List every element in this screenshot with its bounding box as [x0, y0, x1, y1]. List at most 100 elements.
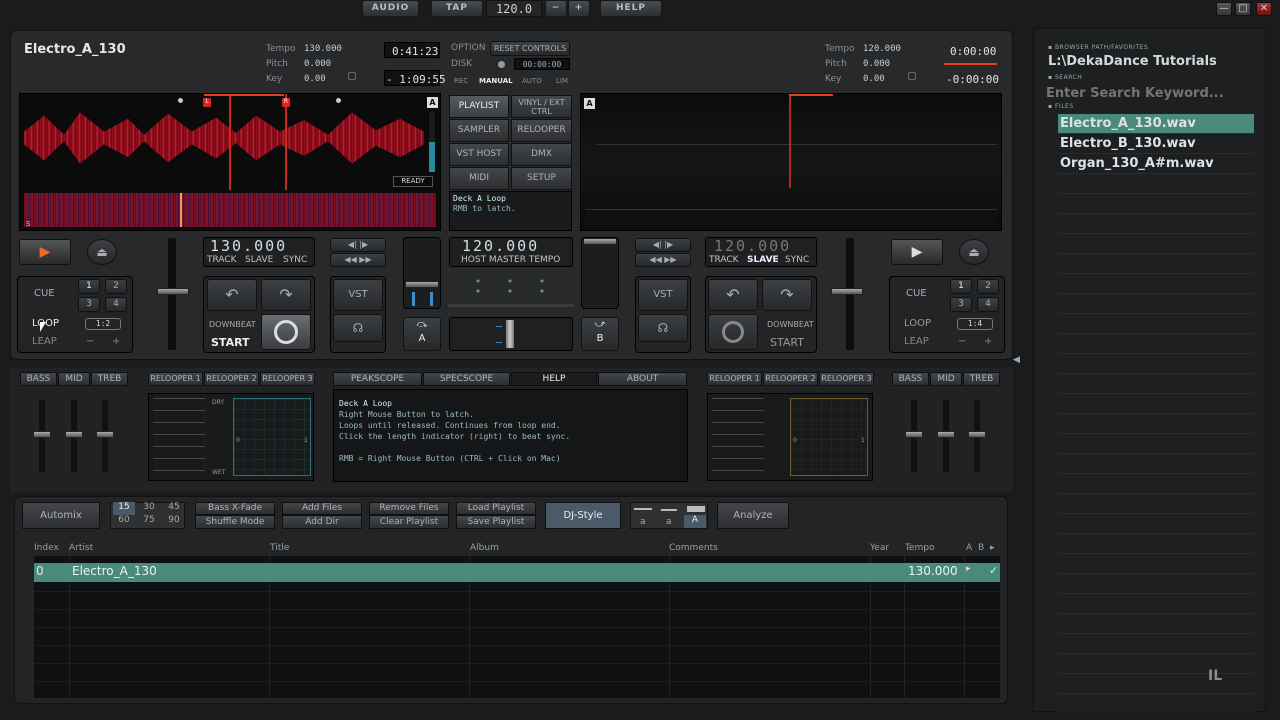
- deck-b-loop-button[interactable]: LOOP: [904, 318, 931, 329]
- deck-a-start-button[interactable]: START: [211, 336, 250, 349]
- deck-a-cue-marker-1[interactable]: [178, 98, 183, 103]
- automix-75[interactable]: 75: [138, 515, 160, 528]
- deck-b-relooper-1[interactable]: RELOOPER 1: [707, 372, 762, 386]
- disk-record-icon[interactable]: [498, 61, 505, 68]
- deck-a-track-button[interactable]: TRACK: [207, 255, 237, 265]
- automix-90[interactable]: 90: [163, 515, 185, 528]
- close-button[interactable]: ✕: [1256, 2, 1272, 16]
- view-large-button[interactable]: A: [684, 515, 706, 528]
- deck-a-cue-marker-2[interactable]: [336, 98, 341, 103]
- check-icon[interactable]: ✓: [989, 564, 998, 577]
- deck-a-leap-plus[interactable]: +: [112, 336, 120, 347]
- deck-a-bpm-display[interactable]: 130.000: [210, 237, 287, 255]
- deck-a-vst-button[interactable]: VST: [333, 279, 383, 311]
- deck-b-pitch-slider-cap[interactable]: [831, 288, 863, 295]
- deck-a-leap-button[interactable]: LEAP: [32, 336, 57, 347]
- deck-b-play-button[interactable]: ▶: [891, 239, 943, 265]
- crossfader[interactable]: [449, 317, 573, 351]
- col-year[interactable]: Year: [870, 543, 889, 553]
- deck-a-nudge-buttons-2[interactable]: ◀◀ ▶▶: [330, 253, 386, 267]
- save-playlist-button[interactable]: Save Playlist: [456, 515, 536, 529]
- playlist-tab[interactable]: PLAYLIST: [449, 95, 509, 118]
- deck-a-loop-r-marker[interactable]: R: [282, 98, 290, 107]
- deck-b-bass-label[interactable]: BASS: [892, 372, 929, 386]
- deck-b-bass-eq-cap[interactable]: [905, 431, 923, 438]
- automix-15[interactable]: 15: [113, 502, 135, 515]
- deck-a-cue-button[interactable]: CUE: [34, 288, 55, 299]
- col-comments[interactable]: Comments: [669, 543, 718, 553]
- midi-tab[interactable]: MIDI: [449, 167, 509, 190]
- deck-b-vst-button[interactable]: VST: [638, 279, 688, 311]
- deck-a-mid-label[interactable]: MID: [58, 372, 90, 386]
- automix-45[interactable]: 45: [163, 502, 185, 515]
- deck-a-treb-eq-cap[interactable]: [96, 431, 114, 438]
- view-small-button[interactable]: a: [640, 517, 646, 527]
- deck-a-hotcue-2[interactable]: 2: [105, 279, 127, 294]
- search-input[interactable]: [1046, 84, 1254, 102]
- deck-b-relooper-2[interactable]: RELOOPER 2: [763, 372, 818, 386]
- deck-a-filter-presets[interactable]: [153, 398, 205, 476]
- deck-a-hotcue-4[interactable]: 4: [105, 297, 127, 312]
- add-files-button[interactable]: Add Files: [282, 502, 362, 515]
- deck-a-loop-length[interactable]: 1:2: [85, 318, 121, 330]
- rec-mode[interactable]: REC: [454, 77, 468, 85]
- deck-a-redo-button[interactable]: ↷: [261, 279, 311, 311]
- deck-a-treb-label[interactable]: TREB: [91, 372, 128, 386]
- col-title[interactable]: Title: [270, 543, 289, 553]
- deck-a-tempo[interactable]: 130.000: [304, 44, 342, 54]
- deck-a-overview[interactable]: [24, 193, 436, 227]
- deck-b-treb-eq-cap[interactable]: [968, 431, 986, 438]
- row-load-a-icon[interactable]: ▸: [966, 564, 976, 581]
- deck-b-undo-button[interactable]: ↶: [708, 279, 758, 311]
- automix-30[interactable]: 30: [138, 502, 160, 515]
- deck-a-bass-label[interactable]: BASS: [20, 372, 57, 386]
- dmx-tab[interactable]: DMX: [511, 143, 572, 166]
- deck-b-key[interactable]: 0.00: [863, 74, 885, 84]
- manual-mode[interactable]: MANUAL: [479, 77, 513, 85]
- deck-a-waveform[interactable]: L R A READY S: [19, 93, 441, 231]
- deck-b-track-button[interactable]: TRACK: [709, 255, 739, 265]
- deck-b-nudge-buttons-1[interactable]: ◀| |▶: [635, 238, 691, 252]
- deck-a-loop-l-marker[interactable]: L: [203, 98, 211, 107]
- specscope-tab[interactable]: SPECSCOPE: [423, 372, 510, 386]
- deck-b-waveform[interactable]: A: [580, 93, 1002, 231]
- deck-b-redo-button[interactable]: ↷: [762, 279, 812, 311]
- deck-b-leap-minus[interactable]: −: [958, 336, 966, 347]
- deck-b-hotcue-1[interactable]: 1: [950, 279, 972, 294]
- deck-a-bass-eq-cap[interactable]: [33, 431, 51, 438]
- deck-a-xy-pad[interactable]: 0 1: [233, 398, 311, 476]
- deck-a-relooper-3[interactable]: RELOOPER 3: [260, 372, 315, 386]
- deck-a-play-button[interactable]: ▶: [19, 239, 71, 265]
- deck-a-relooper-1[interactable]: RELOOPER 1: [148, 372, 203, 386]
- deck-b-mid-eq-cap[interactable]: [937, 431, 955, 438]
- deck-b-xy-pad[interactable]: 0 1: [790, 398, 868, 476]
- help-button[interactable]: HELP: [600, 0, 662, 17]
- col-index[interactable]: Index: [34, 543, 59, 553]
- deck-b-cue-button[interactable]: CUE: [906, 288, 927, 299]
- col-album[interactable]: Album: [470, 543, 499, 553]
- sampler-tab[interactable]: SAMPLER: [449, 119, 509, 142]
- deck-b-treb-label[interactable]: TREB: [963, 372, 1000, 386]
- auto-mode[interactable]: AUTO: [522, 77, 542, 85]
- deck-b-bpm-display[interactable]: 120.000: [714, 237, 791, 255]
- master-tempo-display[interactable]: 120.0: [486, 0, 542, 17]
- deck-a-hotcue-3[interactable]: 3: [78, 297, 100, 312]
- channel-b-fader[interactable]: [583, 238, 617, 245]
- reset-controls-button[interactable]: RESET CONTROLS: [490, 41, 570, 56]
- deck-b-key-lock-icon[interactable]: [908, 72, 916, 80]
- deck-b-sync-button[interactable]: SYNC: [785, 255, 809, 265]
- deck-b-mid-label[interactable]: MID: [930, 372, 962, 386]
- lim-mode[interactable]: LIM: [556, 77, 568, 85]
- peakscope-tab[interactable]: PEAKSCOPE: [333, 372, 422, 386]
- bass-xfade-button[interactable]: Bass X-Fade: [195, 502, 275, 515]
- deck-a-nudge-buttons-1[interactable]: ◀| |▶: [330, 238, 386, 252]
- deck-b-hotcue-4[interactable]: 4: [977, 297, 999, 312]
- deck-a-eject-button[interactable]: ⏏: [87, 239, 117, 265]
- deck-a-sync-button[interactable]: SYNC: [283, 255, 307, 265]
- deck-b-start-button[interactable]: START: [770, 336, 804, 349]
- tempo-minus-button[interactable]: −: [545, 0, 567, 17]
- deck-b-eject-button[interactable]: ⏏: [959, 239, 989, 265]
- table-row[interactable]: 0 Electro_A_130 130.000 ▸ ✓: [34, 563, 1000, 582]
- shuffle-mode-button[interactable]: Shuffle Mode: [195, 515, 275, 529]
- deck-b-pitch[interactable]: 0.000: [863, 59, 890, 69]
